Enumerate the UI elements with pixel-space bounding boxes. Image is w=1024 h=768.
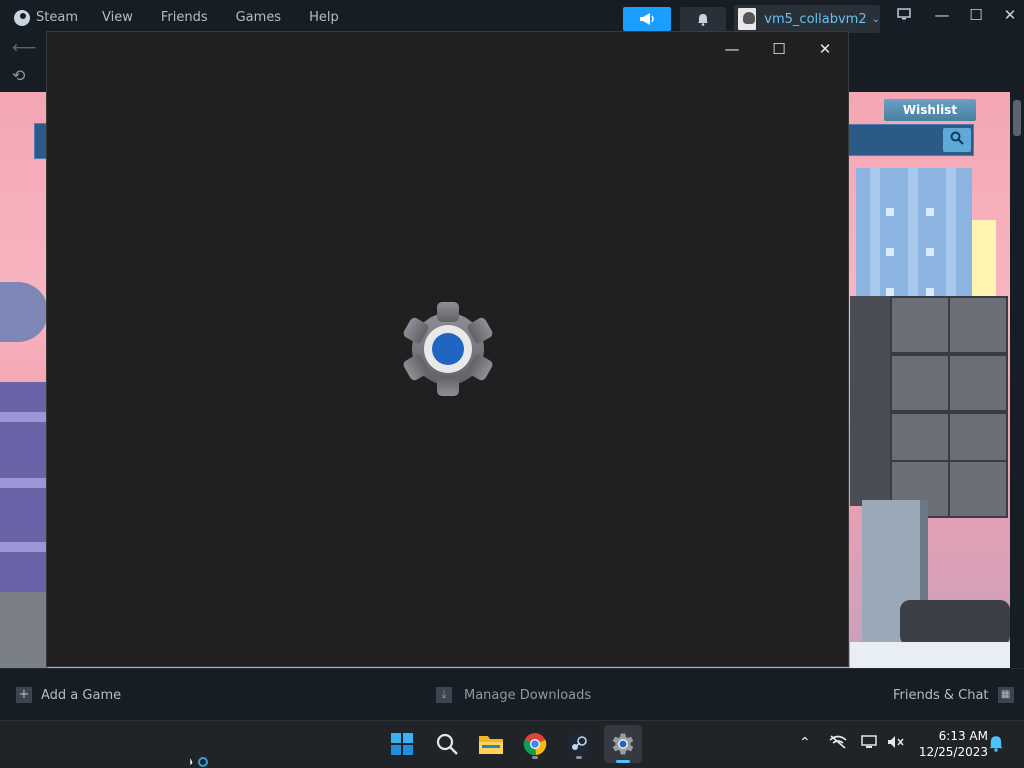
wishlist-button[interactable]: Wishlist (884, 99, 976, 121)
clock-time: 6:13 AM (938, 729, 988, 743)
steam-logo-icon (14, 10, 30, 26)
friends-chat-label: Friends & Chat (893, 687, 989, 703)
settings-minimize-button[interactable]: — (717, 40, 747, 58)
taskbar: ⌃ (0, 720, 1024, 768)
show-hidden-icons-chevron-icon[interactable]: ⌃ (799, 735, 811, 751)
menu-steam-label: Steam (36, 10, 78, 25)
manage-downloads-label: Manage Downloads (464, 687, 592, 703)
steam-minimize-button[interactable]: — (927, 6, 957, 24)
search-icon[interactable] (432, 729, 462, 759)
menu-steam[interactable]: Steam (0, 0, 88, 36)
settings-icon[interactable] (604, 725, 642, 763)
steam-icon[interactable] (564, 729, 594, 759)
settings-maximize-button[interactable]: ☐ (764, 40, 794, 58)
plus-icon: + (16, 687, 32, 703)
menu-games[interactable]: Games (222, 0, 295, 36)
chrome-icon[interactable] (520, 729, 550, 759)
back-arrow-icon[interactable]: ⟵ (12, 38, 36, 58)
avatar (738, 8, 757, 30)
gear-icon (399, 300, 497, 398)
download-icon: ⤓ (436, 687, 452, 703)
friends-grid-icon: ▦ (997, 687, 1014, 703)
pixel-cloud (0, 282, 48, 342)
monitor-icon[interactable] (861, 735, 879, 753)
pixel-blocks (850, 296, 1008, 518)
account-menu[interactable]: vm5_collabvm2 ⌄ (734, 5, 880, 33)
windows-start-icon[interactable] (387, 729, 417, 759)
notifications-button[interactable] (680, 7, 726, 31)
manage-downloads-button[interactable]: ⤓ Manage Downloads (436, 687, 591, 703)
desktop: Steam View Friends Games Help vm5_collab… (0, 0, 1024, 768)
big-picture-icon[interactable] (889, 6, 919, 24)
mouse-cursor-icon (189, 755, 212, 768)
refresh-icon[interactable]: ⟲ (12, 66, 25, 85)
settings-window: — ☐ ✕ (47, 32, 848, 666)
add-game-button[interactable]: + Add a Game (16, 687, 121, 703)
notification-bell-icon[interactable] (988, 735, 1004, 756)
pixel-ground-left (0, 592, 48, 668)
running-indicator (532, 756, 538, 759)
add-game-label: Add a Game (41, 687, 122, 703)
network-disconnected-icon[interactable] (829, 735, 847, 753)
megaphone-icon (640, 13, 654, 25)
running-indicator (576, 756, 582, 759)
chevron-down-icon: ⌄ (871, 13, 880, 25)
steam-bottom-bar: + Add a Game ⤓ Manage Downloads Friends … (0, 668, 1024, 721)
steam-maximize-button[interactable]: ☐ (961, 6, 991, 24)
active-indicator (616, 760, 630, 763)
store-search-button[interactable] (943, 128, 971, 152)
steam-close-button[interactable]: ✕ (995, 6, 1024, 24)
pixel-snow (850, 642, 1010, 668)
clock-date: 12/25/2023 (918, 745, 988, 759)
settings-close-button[interactable]: ✕ (810, 40, 840, 58)
pixel-window-light (972, 220, 996, 300)
menu-view[interactable]: View (88, 0, 147, 36)
taskbar-clock[interactable]: 6:13 AM 12/25/2023 (912, 728, 988, 760)
pixel-pipe-horizontal (900, 600, 1010, 646)
bell-icon (698, 13, 708, 26)
search-icon (950, 131, 964, 145)
menu-friends[interactable]: Friends (147, 0, 222, 36)
scrollbar-thumb[interactable] (1013, 100, 1021, 136)
account-name: vm5_collabvm2 (764, 11, 867, 27)
store-scrollbar[interactable] (1010, 92, 1024, 668)
volume-muted-icon[interactable] (887, 735, 905, 753)
file-explorer-icon[interactable] (476, 729, 506, 759)
menu-help[interactable]: Help (295, 0, 353, 36)
friends-chat-button[interactable]: Friends & Chat ▦ (893, 687, 1014, 703)
announcements-button[interactable] (623, 7, 671, 31)
